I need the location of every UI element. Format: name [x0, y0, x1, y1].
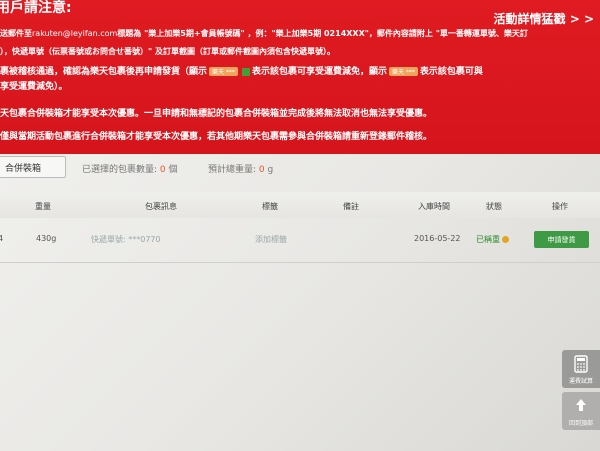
notice-line-4: 享受運費減免）。 — [0, 82, 68, 92]
notice-email[interactable]: rakuten@leyifan.com — [32, 29, 117, 38]
row-weight: 430g — [36, 234, 57, 243]
selected-count-stat: 已選擇的包裹數量: 0 個 — [82, 165, 178, 175]
col-remark: 備註 — [343, 202, 359, 211]
col-action: 操作 — [552, 202, 568, 211]
notice-title: 用戶請注意: — [0, 0, 72, 16]
col-tag: 標籤 — [262, 202, 278, 211]
green-square-icon — [241, 67, 250, 76]
col-weight: 重量 — [35, 202, 51, 211]
notice-banner: 用戶請注意: 活動詳情猛戳 > > 送郵件至rakuten@leyifan.co… — [0, 0, 600, 154]
row-storage-date: 2016-05-22 — [414, 234, 461, 243]
table-row: 4 430g 快遞單號: ***0770 添加標籤 2016-05-22 已稱重… — [0, 218, 600, 263]
notice-line-2: ），快遞單號（伝票番號或お問合せ番號）" 及訂單截圖（訂單或郵件截圖內須包含快遞… — [0, 47, 335, 56]
col-package-info: 包裹訊息 — [145, 202, 177, 211]
status-text: 已稱重 — [476, 235, 500, 244]
back-to-top-button[interactable]: 回到頂部 — [562, 392, 600, 430]
arrow-up-icon — [576, 399, 586, 411]
merge-packing-button[interactable]: 合併裝箱 — [0, 156, 66, 178]
weighed-status-icon — [502, 236, 509, 243]
rakuten-tag-badge: 樂天 *** — [209, 67, 238, 76]
notice-line-1: 送郵件至rakuten@leyifan.com標題為 "樂上加樂5期+會員帳號碼… — [0, 29, 528, 38]
calculator-icon — [574, 355, 588, 373]
add-tag-link[interactable]: 添加標籤 — [255, 234, 287, 245]
back-to-top-label: 回到頂部 — [568, 420, 593, 427]
calculator-label: 運費試算 — [568, 378, 593, 385]
notice-line-5: 天包裹合併裝箱才能享受本次優惠。一旦申請和無標記的包裹合併裝箱並完成後將無法取消… — [0, 109, 433, 119]
row-status: 已稱重 — [476, 234, 509, 245]
total-weight: 0 — [258, 165, 265, 175]
row-id-fragment: 4 — [0, 234, 4, 243]
screen: 用戶請注意: 活動詳情猛戳 > > 送郵件至rakuten@leyifan.co… — [0, 0, 600, 451]
row-tracking-info: 快遞單號: ***0770 — [91, 235, 161, 244]
selected-count: 0 — [159, 165, 166, 175]
rakuten-tag-badge-alt: 樂天 *** — [388, 67, 418, 76]
apply-shipment-button[interactable]: 申請發貨 — [534, 231, 589, 248]
total-weight-stat: 預計總重量: 0 g — [208, 165, 274, 175]
col-status: 狀態 — [486, 202, 502, 211]
activity-details-link[interactable]: 活動詳情猛戳 > > — [494, 10, 594, 27]
notice-line-3: 裹被稽核通過，確認為樂天包裹後再申請發貨（顯示 樂天 *** 表示該包裹可享受運費減… — [0, 67, 483, 77]
notice-line-6: 僅與當期活動包裹進行合併裝箱才能享受本次優惠，若其他期樂天包裹需參與合併裝箱請重… — [0, 132, 433, 142]
table-header: 重量 包裹訊息 標籤 備註 入庫時間 狀態 操作 — [0, 192, 600, 218]
shipping-calculator-button[interactable]: 運費試算 — [562, 350, 600, 388]
col-storage-time: 入庫時間 — [418, 202, 450, 211]
